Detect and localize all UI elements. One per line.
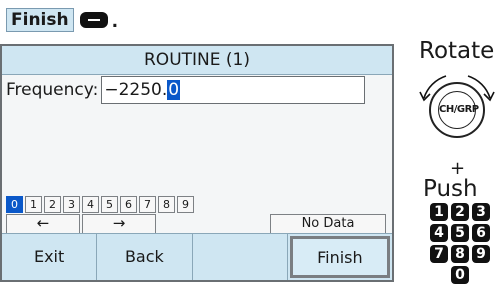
digit-key-4[interactable]: 4 <box>82 196 99 213</box>
hw-key-6[interactable]: 6 <box>472 224 490 242</box>
arrow-keys: ← → <box>6 214 156 234</box>
finish-softkey[interactable]: Finish <box>289 236 390 278</box>
instruction-period: . <box>111 12 119 32</box>
hw-key-9[interactable]: 9 <box>472 245 490 263</box>
push-label: Push <box>423 176 478 202</box>
hw-key-0[interactable]: 0 <box>451 266 469 284</box>
digit-key-0[interactable]: 0 <box>6 196 23 213</box>
digit-key-2[interactable]: 2 <box>44 196 61 213</box>
softkey-bar: Exit Back Finish <box>2 233 392 280</box>
digit-key-9[interactable]: 9 <box>177 196 194 213</box>
finish-reference: Finish <box>6 8 74 32</box>
hardware-keypad: 1 2 3 4 5 6 7 8 9 0 <box>430 203 490 284</box>
instruction: Finish . <box>6 8 118 32</box>
hw-key-8[interactable]: 8 <box>451 245 469 263</box>
hw-key-1[interactable]: 1 <box>430 203 448 221</box>
digit-key-7[interactable]: 7 <box>139 196 156 213</box>
knob-outer: CH/GRP <box>429 82 485 138</box>
blank-softkey[interactable] <box>193 234 288 280</box>
frequency-row: Frequency: −2250.0 <box>6 76 366 104</box>
frequency-cursor: 0 <box>167 80 181 100</box>
digit-key-3[interactable]: 3 <box>63 196 80 213</box>
screen-title: ROUTINE (1) <box>2 46 392 75</box>
left-arrow-button[interactable]: ← <box>6 214 80 234</box>
frequency-value: −2250. <box>104 80 168 100</box>
back-softkey[interactable]: Back <box>97 234 193 280</box>
hw-key-3[interactable]: 3 <box>472 203 490 221</box>
hw-key-4[interactable]: 4 <box>430 224 448 242</box>
digit-key-1[interactable]: 1 <box>25 196 42 213</box>
ch-grp-dial[interactable]: CH/GRP <box>418 68 501 158</box>
knob-label: CH/GRP <box>438 91 479 129</box>
digit-key-5[interactable]: 5 <box>101 196 118 213</box>
digit-key-8[interactable]: 8 <box>158 196 175 213</box>
right-arrow-button[interactable]: → <box>82 214 156 234</box>
rotate-label: Rotate <box>419 38 495 64</box>
hw-key-7[interactable]: 7 <box>430 245 448 263</box>
digit-keypad: 0 1 2 3 4 5 6 7 8 9 <box>6 196 194 213</box>
no-data-button[interactable]: No Data <box>270 214 386 234</box>
minus-key-icon <box>79 12 108 28</box>
exit-softkey[interactable]: Exit <box>2 234 98 280</box>
frequency-label: Frequency: <box>6 80 99 100</box>
frequency-input[interactable]: −2250.0 <box>101 76 366 104</box>
hw-key-2[interactable]: 2 <box>451 203 469 221</box>
radio-screen: ROUTINE (1) Frequency: −2250.0 0 1 2 3 4… <box>0 44 394 282</box>
digit-key-6[interactable]: 6 <box>120 196 137 213</box>
hw-key-5[interactable]: 5 <box>451 224 469 242</box>
